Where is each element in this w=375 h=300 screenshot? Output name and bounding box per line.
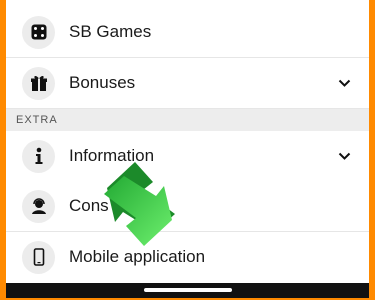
arrow-pointer-icon (104, 162, 175, 246)
chevron-down-icon[interactable] (337, 149, 351, 163)
home-bar (6, 283, 369, 298)
menu-item-label: Mobile application (69, 247, 206, 266)
chevron-down-icon[interactable] (337, 76, 351, 90)
gift-icon (22, 66, 55, 100)
side-menu: SB Games Bonuses EXTRA Information Cons … (6, 0, 369, 298)
section-header-extra: EXTRA (6, 109, 369, 131)
menu-item-information[interactable]: Information (6, 131, 369, 182)
support-agent-icon (22, 189, 55, 223)
menu-item-sb-games[interactable]: SB Games (6, 7, 369, 58)
menu-item-label: Bonuses (69, 73, 136, 92)
menu-item-mobile-application[interactable]: Mobile application (6, 232, 369, 282)
menu-item-contacts[interactable]: Cons (6, 181, 369, 232)
section-title: EXTRA (16, 114, 58, 126)
menu-item-label: SB Games (69, 22, 152, 41)
smartphone-icon (22, 240, 55, 274)
menu-item-bonuses[interactable]: Bonuses (6, 58, 369, 109)
dice-icon (22, 15, 55, 49)
info-icon (22, 139, 55, 173)
home-indicator[interactable] (144, 288, 232, 292)
